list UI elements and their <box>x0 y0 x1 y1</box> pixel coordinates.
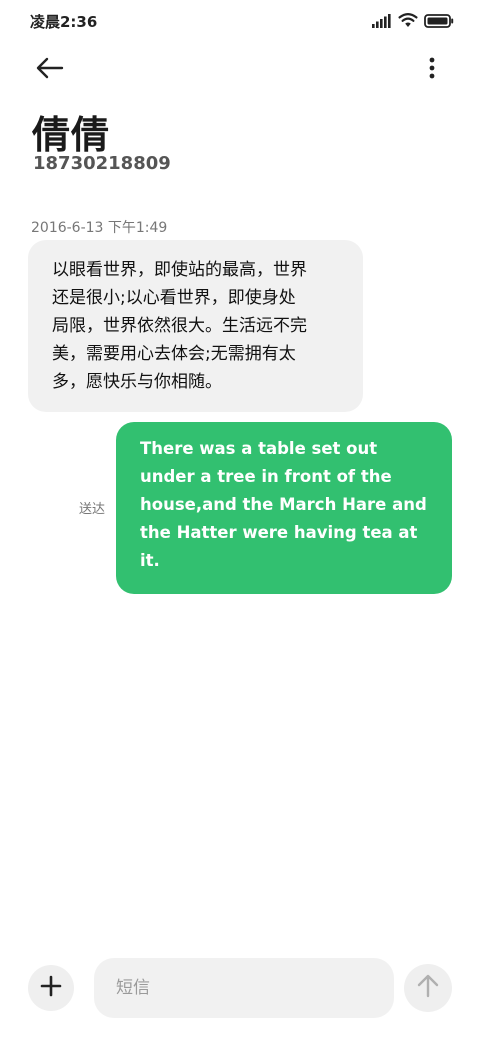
contact-name: 倩倩 <box>32 113 111 157</box>
incoming-message-bubble[interactable]: 以眼看世界，即使站的最高，世界 还是很小;以心看世界，即使身处 局限，世界依然很… <box>28 240 363 412</box>
message-line: 局限，世界依然很大。生活远不完 <box>52 316 307 336</box>
back-arrow-icon <box>36 57 64 83</box>
send-button[interactable] <box>404 964 452 1012</box>
more-vertical-icon <box>429 57 435 83</box>
message-line: There was a table set out <box>140 439 378 458</box>
contact-number: 18730218809 <box>33 153 171 174</box>
delivery-status: 送达 <box>79 502 106 517</box>
battery-icon <box>424 13 454 32</box>
message-line: 美，需要用心去体会;无需拥有太 <box>52 344 296 364</box>
status-time: 凌晨2:36 <box>30 13 98 31</box>
signal-icon <box>372 13 392 32</box>
outgoing-message-bubble[interactable]: There was a table set out under a tree i… <box>116 422 452 594</box>
nav-bar <box>0 48 480 92</box>
more-button[interactable] <box>422 54 442 86</box>
message-timestamp: 2016-6-13 下午1:49 <box>31 220 168 236</box>
message-line: 还是很小;以心看世界，即使身处 <box>52 288 296 308</box>
wifi-icon <box>398 12 418 32</box>
status-icons <box>372 13 454 31</box>
message-line: 以眼看世界，即使站的最高，世界 <box>52 260 307 280</box>
message-line: it. <box>140 551 160 570</box>
arrow-up-icon <box>417 974 439 1002</box>
message-line: under a tree in front of the <box>140 467 392 486</box>
plus-icon <box>40 975 62 1001</box>
back-button[interactable] <box>34 56 66 84</box>
composer-bar <box>0 954 480 1024</box>
message-line: house,and the March Hare and <box>140 495 427 514</box>
status-bar: 凌晨2:36 <box>0 0 480 44</box>
message-input[interactable] <box>94 958 394 1018</box>
message-line: 多，愿快乐与你相随。 <box>52 372 222 392</box>
message-line: the Hatter were having tea at <box>140 523 418 542</box>
add-attachment-button[interactable] <box>28 965 74 1011</box>
